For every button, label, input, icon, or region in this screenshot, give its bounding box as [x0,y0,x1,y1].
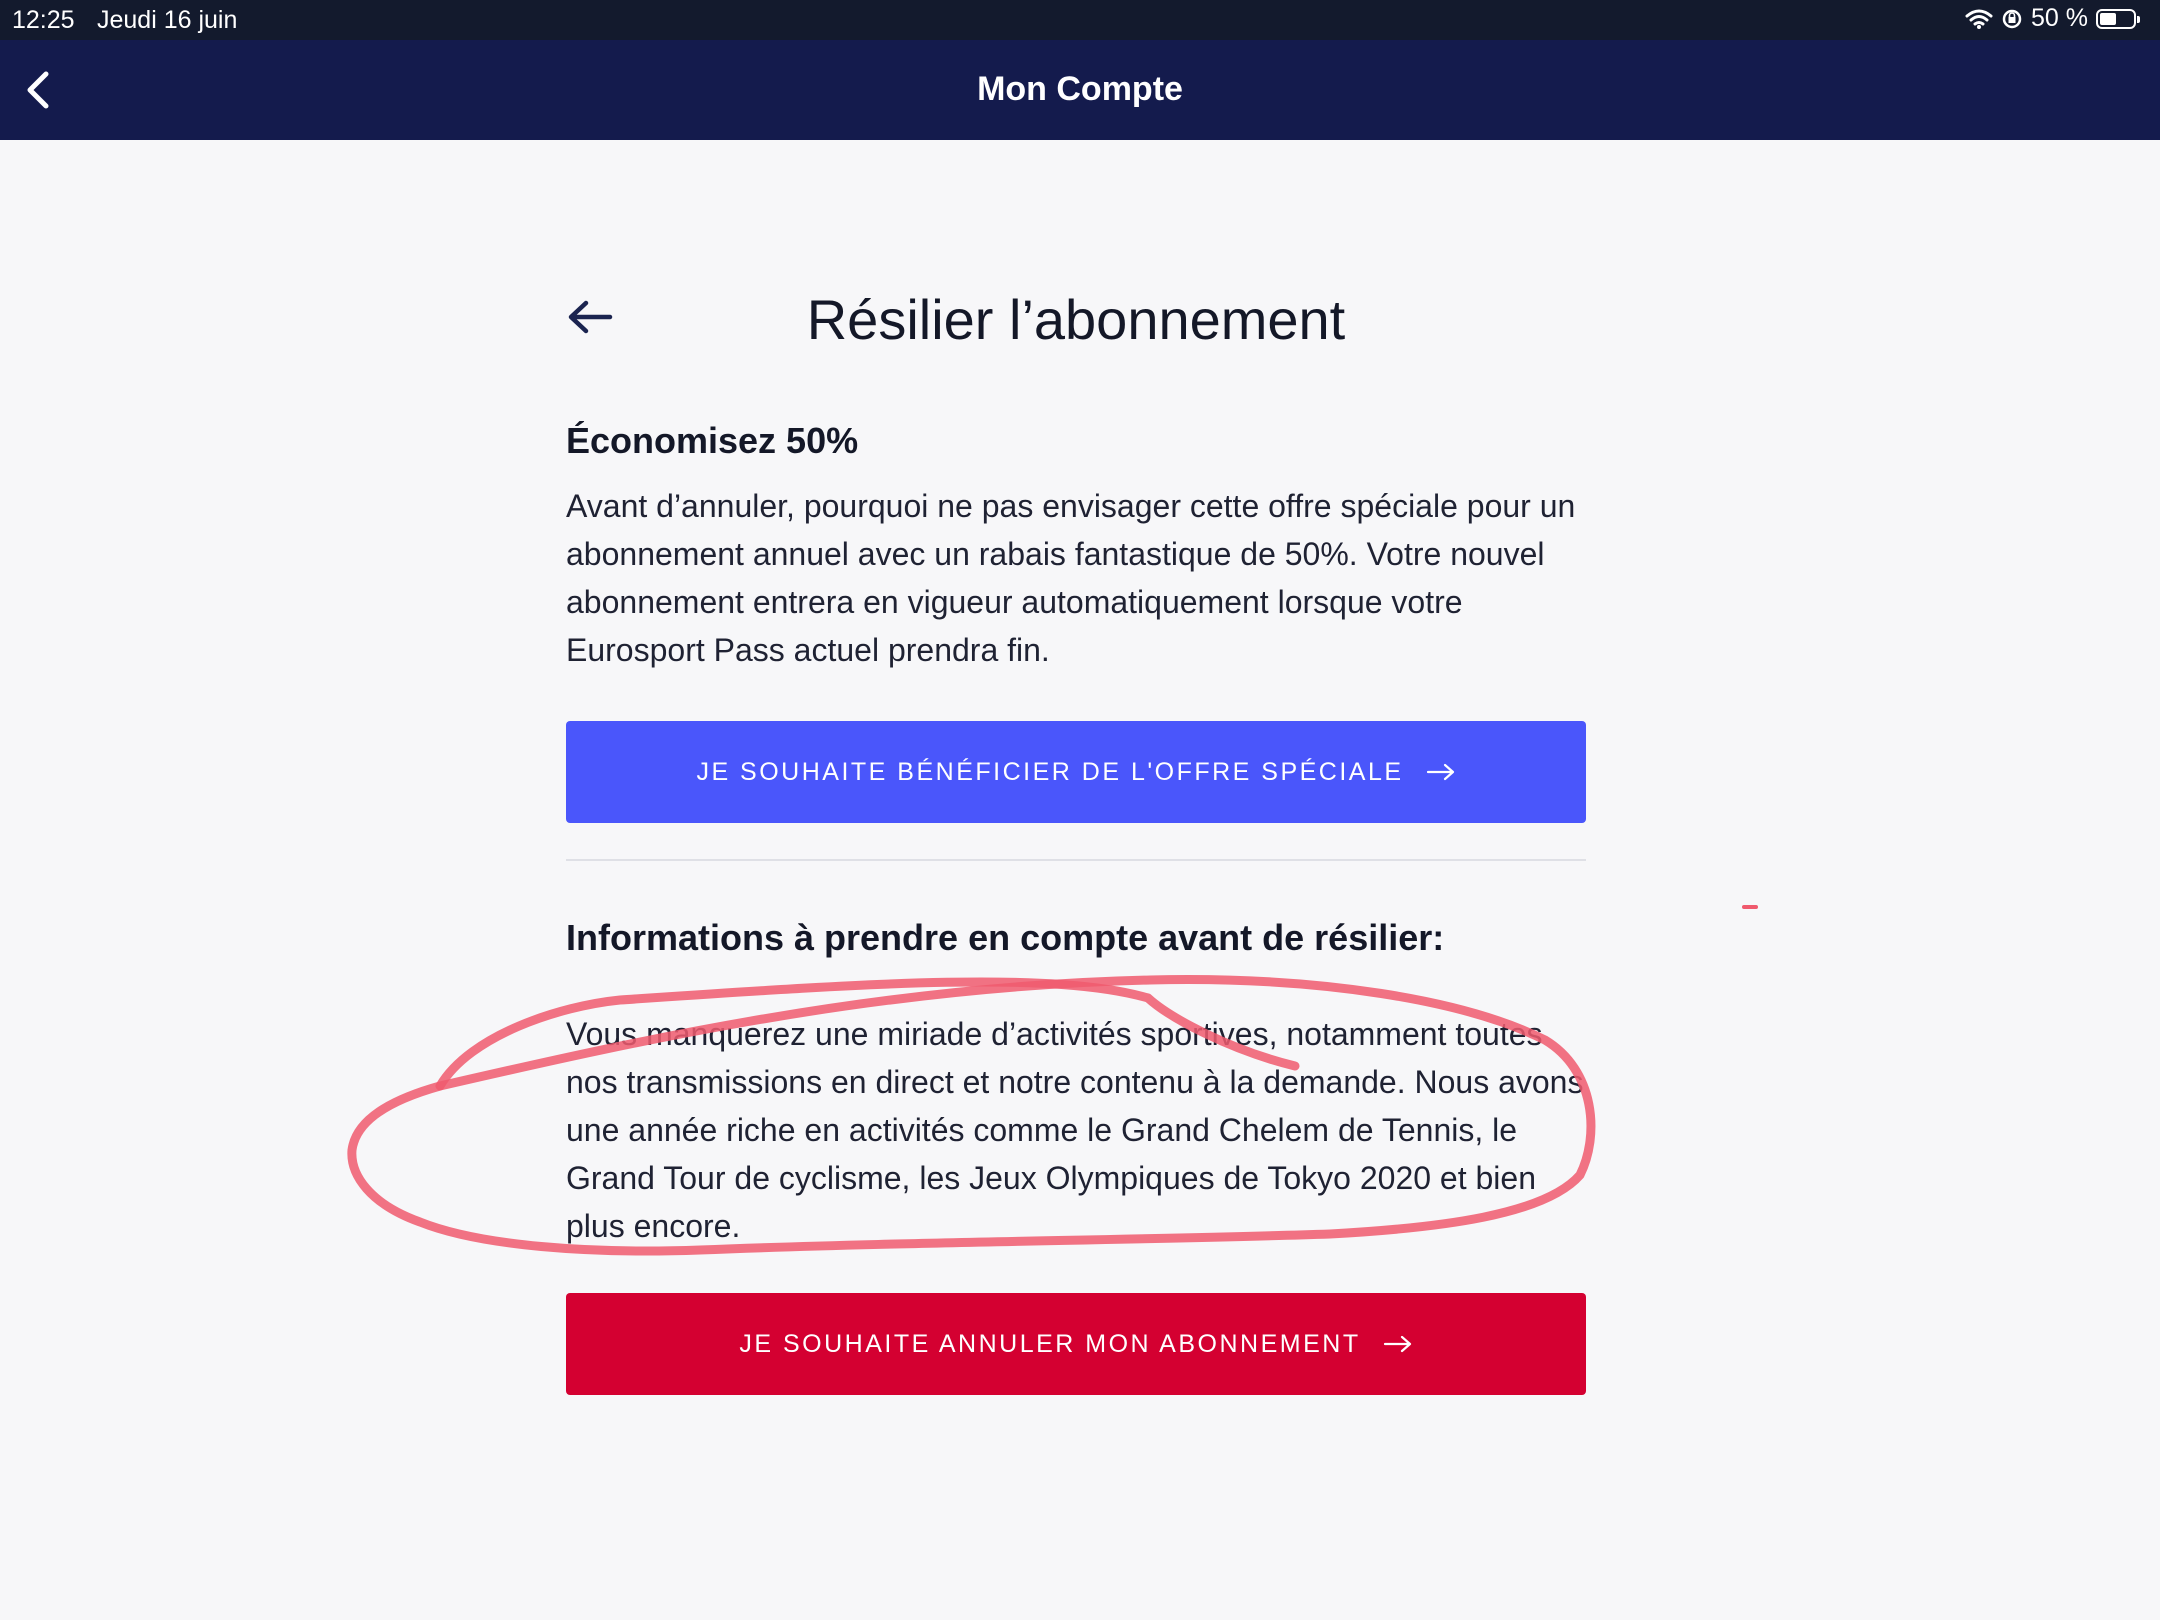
special-offer-button[interactable]: JE SOUHAITE BÉNÉFICIER DE L'OFFRE SPÉCIA… [566,721,1586,823]
nav-bar: Mon Compte [0,40,2160,140]
battery-icon [2096,8,2140,29]
page-title: Résilier l’abonnement [806,288,1346,351]
special-offer-button-label: JE SOUHAITE BÉNÉFICIER DE L'OFFRE SPÉCIA… [696,757,1404,786]
battery-level [2100,12,2116,25]
status-indicators: 50 % [1965,4,2140,33]
page-header: Résilier l’abonnement [566,275,1586,365]
offer-heading: Économisez 50% [566,420,859,461]
arrow-right-icon [1426,763,1454,781]
nav-title: Mon Compte [977,70,1183,108]
cancel-subscription-button[interactable]: JE SOUHAITE ANNULER MON ABONNEMENT [566,1293,1586,1395]
orientation-lock-icon [2002,9,2022,28]
battery-percent: 50 % [2031,4,2088,32]
status-bar: 12:25 Jeudi 16 juin 50 % [0,0,2160,40]
arrow-right-icon [1383,1335,1411,1353]
status-time: 12:25 [12,6,75,34]
info-description: Vous manquerez une miriade d’activités s… [566,1016,1584,1244]
wifi-icon [1965,9,1993,29]
offer-description: Avant d’annuler, pourquoi ne pas envisag… [566,488,1576,668]
info-heading: Informations à prendre en compte avant d… [566,917,1445,958]
status-date: Jeudi 16 juin [97,6,238,34]
section-divider [566,859,1586,861]
cancel-subscription-button-label: JE SOUHAITE ANNULER MON ABONNEMENT [739,1329,1361,1358]
